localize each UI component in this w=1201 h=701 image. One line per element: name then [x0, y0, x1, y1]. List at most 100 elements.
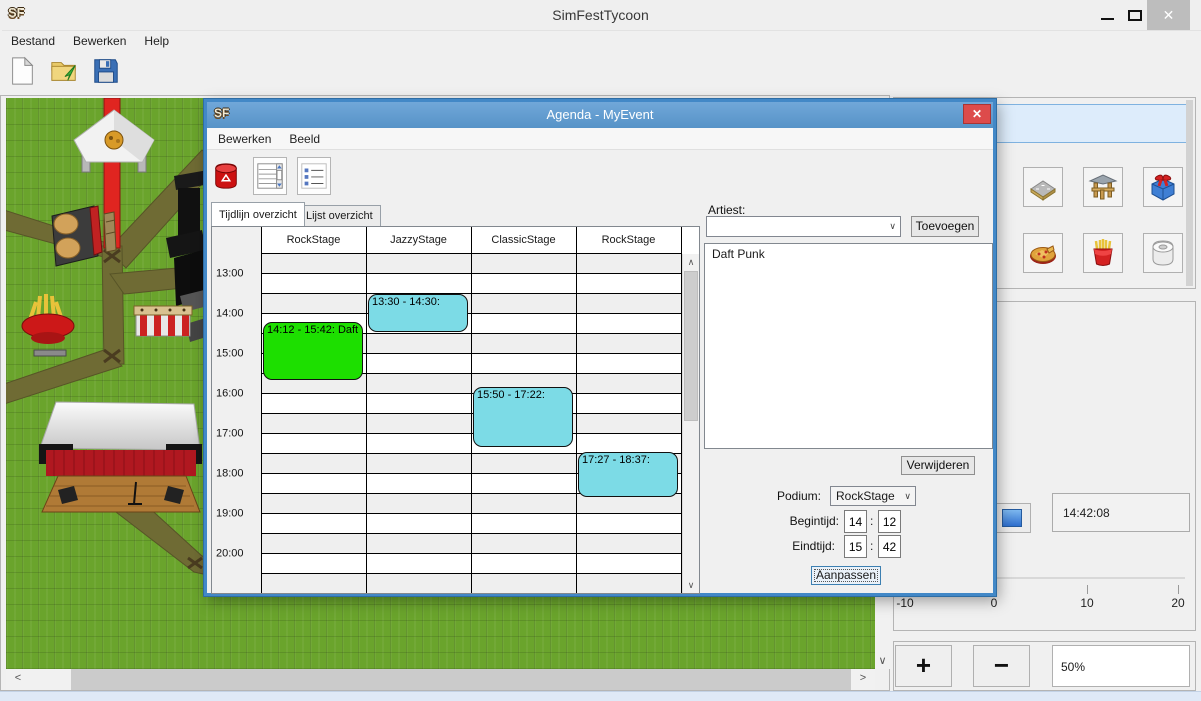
close-icon: ✕: [972, 107, 982, 121]
scroll-up-icon[interactable]: ∧: [683, 255, 699, 269]
time-label: 15:00: [216, 347, 258, 359]
statusbar: [0, 691, 1201, 701]
menu-bewerken[interactable]: Bewerken: [209, 129, 280, 149]
menu-beeld[interactable]: Beeld: [280, 129, 329, 149]
ruler-label: -10: [890, 596, 920, 610]
artist-combobox[interactable]: ∨: [706, 216, 901, 237]
play-icon: [1002, 509, 1022, 527]
begin-time-label: Begintijd:: [741, 514, 839, 528]
new-file-button[interactable]: [4, 52, 40, 90]
road-button[interactable]: [1023, 167, 1063, 207]
dialog-menubar: BewerkenBeeld: [207, 128, 993, 150]
pizza-button[interactable]: [1023, 233, 1063, 273]
zoom-in-button[interactable]: +: [895, 645, 952, 687]
schedule-event[interactable]: 17:27 - 18:37:: [578, 452, 678, 497]
chevron-down-icon: ∨: [889, 217, 896, 236]
time-label: 14:00: [216, 307, 258, 319]
map-stage[interactable]: [39, 402, 202, 512]
time-separator: :: [870, 539, 873, 553]
schedule-event[interactable]: 15:50 - 17:22:: [473, 387, 573, 446]
menu-bestand[interactable]: Bestand: [2, 31, 64, 51]
add-artist-button[interactable]: Toevoegen: [911, 216, 979, 237]
tab-tijdlijn-overzicht[interactable]: Tijdlijn overzicht: [211, 202, 305, 226]
ruler-label: 10: [1072, 596, 1102, 610]
column-divider: [576, 227, 577, 593]
menu-bewerken[interactable]: Bewerken: [64, 31, 135, 51]
end-time-label: Eindtijd:: [741, 539, 835, 553]
scroll-down-icon[interactable]: ∨: [683, 578, 699, 592]
schedule-scrollbar[interactable]: ∧∨: [682, 254, 699, 593]
ruler-tick: [1087, 585, 1088, 594]
delete-event-button[interactable]: [209, 157, 243, 195]
map-fries-stand[interactable]: [22, 294, 74, 356]
timeline-view-button[interactable]: [253, 157, 287, 195]
window-title: SimFestTycoon: [0, 0, 1201, 30]
new-file-icon: [7, 56, 37, 86]
map-ticket-booth[interactable]: [134, 306, 192, 336]
artist-list[interactable]: Daft Punk: [704, 243, 993, 449]
zoom-out-button[interactable]: −: [973, 645, 1030, 687]
end-minute-input[interactable]: [878, 535, 901, 558]
time-label: 18:00: [216, 467, 258, 479]
items-scrollbar[interactable]: [1186, 100, 1193, 286]
schedule-event[interactable]: 14:12 - 15:42: Daft Punk: [263, 322, 363, 380]
close-button[interactable]: ✕: [1147, 0, 1190, 30]
save-file-button[interactable]: [88, 52, 124, 90]
map-horizontal-scrollbar[interactable]: < >: [6, 669, 875, 690]
column-divider: [261, 227, 262, 593]
end-hour-input[interactable]: [844, 535, 867, 558]
zoom-level-field[interactable]: 50%: [1052, 645, 1190, 687]
artist-label: Artiest:: [708, 203, 745, 217]
scrollbar-thumb[interactable]: [71, 669, 851, 690]
open-file-button[interactable]: [46, 52, 82, 90]
apply-button[interactable]: Aanpassen: [811, 566, 881, 585]
column-header-classicstage: ClassicStage: [471, 227, 576, 253]
window-menubar: BestandBewerkenHelp: [2, 30, 1201, 50]
toilet-paper-icon: [1147, 237, 1179, 269]
open-file-icon: [49, 56, 79, 86]
road-icon: [1027, 171, 1059, 203]
gift-button[interactable]: [1143, 167, 1183, 207]
ruler-tick: [1178, 585, 1179, 594]
maximize-icon: [1128, 10, 1142, 21]
stage-structure-button[interactable]: [1083, 167, 1123, 207]
schedule-grid: RockStageJazzyStageClassicStageRockStage…: [212, 227, 699, 593]
schedule-event[interactable]: 13:30 - 14:30:: [368, 294, 468, 332]
scroll-down-icon[interactable]: ∨: [875, 654, 890, 667]
time-label: 19:00: [216, 507, 258, 519]
column-header-rockstage: RockStage: [576, 227, 681, 253]
scroll-right-icon[interactable]: >: [855, 672, 871, 684]
column-divider: [471, 227, 472, 593]
toilet-paper-button[interactable]: [1143, 233, 1183, 273]
timeline-view-icon: [255, 161, 285, 191]
menu-help[interactable]: Help: [135, 31, 178, 51]
podium-combobox[interactable]: RockStage ∨: [830, 486, 916, 506]
dialog-titlebar[interactable]: SF Agenda - MyEvent ✕: [207, 102, 993, 128]
list-view-button[interactable]: [297, 157, 331, 195]
dialog-title: Agenda - MyEvent: [207, 102, 993, 128]
save-file-icon: [91, 56, 121, 86]
gift-icon: [1147, 171, 1179, 203]
time-label: 17:00: [216, 427, 258, 439]
scrollbar-thumb[interactable]: [684, 271, 698, 421]
column-header-rockstage: RockStage: [261, 227, 366, 253]
dialog-close-button[interactable]: ✕: [963, 104, 991, 124]
time-separator: :: [870, 514, 873, 528]
minimize-icon: [1101, 18, 1114, 20]
window-toolbar: [4, 52, 124, 92]
fries-button[interactable]: [1083, 233, 1123, 273]
artist-list-item[interactable]: Daft Punk: [705, 244, 992, 264]
dialog-toolbar: [209, 154, 331, 198]
begin-hour-input[interactable]: [844, 510, 867, 533]
window-titlebar: SF SimFestTycoon ✕: [0, 0, 1201, 30]
scroll-left-icon[interactable]: <: [10, 672, 26, 684]
close-icon: ✕: [1163, 7, 1175, 24]
tab-lijst-overzicht[interactable]: Lijst overzicht: [298, 205, 381, 226]
pizza-icon: [1027, 237, 1059, 269]
remove-artist-button[interactable]: Verwijderen: [901, 456, 975, 475]
time-label: 20:00: [216, 547, 258, 559]
time-label: 16:00: [216, 387, 258, 399]
stage-structure-icon: [1087, 171, 1119, 203]
play-button[interactable]: [993, 503, 1031, 533]
begin-minute-input[interactable]: [878, 510, 901, 533]
